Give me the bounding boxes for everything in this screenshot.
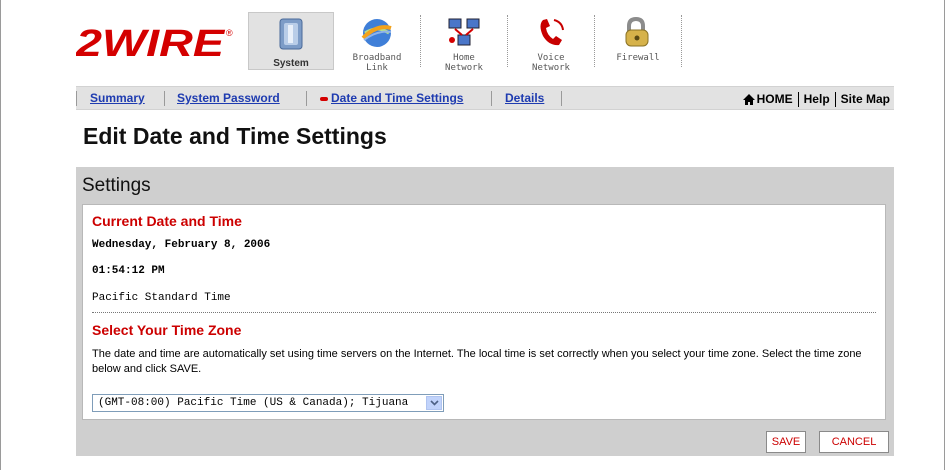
- panel-title: Settings: [82, 175, 151, 196]
- nav-link-system-password[interactable]: System Password: [177, 91, 280, 105]
- 2wire-logo: 2WIRE ®: [76, 23, 233, 62]
- utility-divider: [834, 92, 836, 107]
- sub-nav-bar: Summary System Password Date and Time Se…: [76, 86, 894, 110]
- svg-text:2WIRE: 2WIRE: [76, 23, 226, 62]
- nav-link-date-time-settings[interactable]: Date and Time Settings: [331, 91, 463, 105]
- tab-voice-network[interactable]: Voice Network: [508, 12, 594, 73]
- tab-label: Broadband Link: [352, 53, 402, 73]
- save-button[interactable]: SAVE: [766, 431, 806, 453]
- nav-divider: [561, 91, 562, 106]
- network-computers-icon: [448, 18, 480, 46]
- tab-label: Home Network: [445, 53, 483, 73]
- section-divider: [92, 312, 876, 313]
- tab-divider: [681, 15, 682, 67]
- nav-divider: [306, 91, 307, 106]
- tab-broadband-link[interactable]: Broadband Link: [334, 12, 420, 73]
- tab-home-network[interactable]: Home Network: [421, 12, 507, 73]
- phone-icon: [540, 19, 564, 46]
- chevron-down-icon[interactable]: [426, 396, 442, 410]
- nav-divider: [164, 91, 165, 106]
- current-zone-name: Pacific Standard Time: [92, 292, 231, 304]
- page-title: Edit Date and Time Settings: [83, 123, 387, 149]
- system-panel-icon: [279, 18, 303, 50]
- tab-label: System: [273, 58, 309, 69]
- nav-link-summary[interactable]: Summary: [90, 91, 145, 105]
- current-date: Wednesday, February 8, 2006: [92, 239, 271, 251]
- svg-text:®: ®: [226, 28, 233, 38]
- main-tabs: System Broadband Link Home Network Voice…: [248, 12, 682, 73]
- timezone-selected-value: (GMT-08:00) Pacific Time (US & Canada); …: [98, 397, 409, 409]
- settings-panel: Settings Current Date and Time Wednesday…: [76, 167, 894, 456]
- current-time: 01:54:12 PM: [92, 265, 165, 277]
- tab-system[interactable]: System: [248, 12, 334, 70]
- nav-link-details[interactable]: Details: [505, 91, 544, 105]
- utility-links: HOME Help Site Map: [742, 92, 890, 107]
- nav-divider: [491, 91, 492, 106]
- current-datetime-heading: Current Date and Time: [92, 213, 242, 229]
- nav-divider: [76, 91, 77, 106]
- timezone-select[interactable]: (GMT-08:00) Pacific Time (US & Canada); …: [92, 394, 444, 412]
- cancel-button[interactable]: CANCEL: [819, 431, 889, 453]
- globe-icon: [361, 19, 392, 47]
- timezone-heading: Select Your Time Zone: [92, 322, 242, 338]
- tab-firewall[interactable]: Firewall: [595, 12, 681, 70]
- site-map-link[interactable]: Site Map: [841, 93, 890, 106]
- settings-content: Current Date and Time Wednesday, Februar…: [82, 204, 886, 420]
- padlock-icon: [625, 16, 649, 47]
- home-icon[interactable]: [742, 94, 755, 105]
- help-link[interactable]: Help: [804, 93, 830, 106]
- timezone-description: The date and time are automatically set …: [92, 348, 862, 375]
- tab-label: Firewall: [616, 53, 660, 63]
- home-link[interactable]: HOME: [757, 93, 793, 106]
- utility-divider: [797, 92, 799, 107]
- tab-label: Voice Network: [532, 53, 570, 73]
- current-page-indicator: [320, 96, 328, 101]
